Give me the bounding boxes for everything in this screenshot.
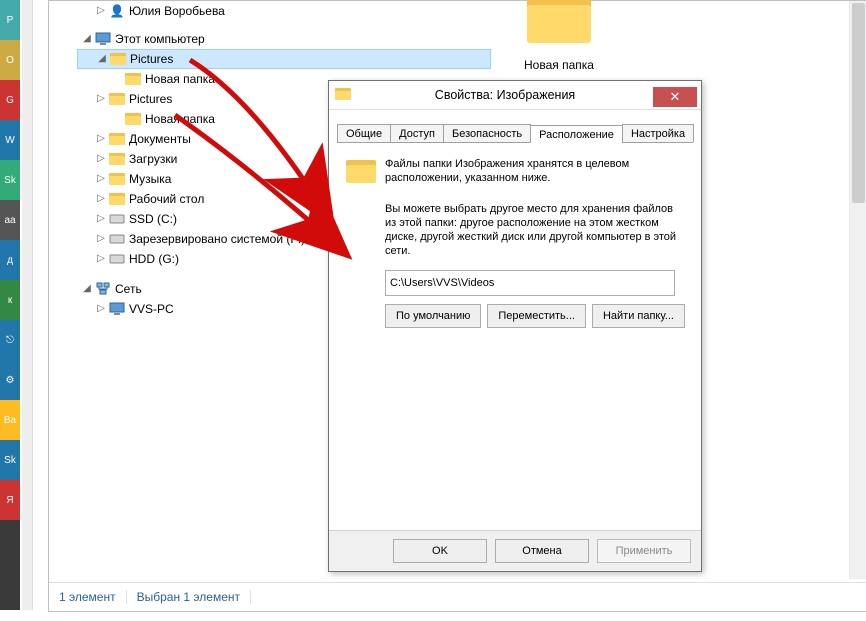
folder-icon	[109, 191, 125, 207]
location-path-input[interactable]	[385, 270, 675, 296]
tree-label: Загрузки	[129, 149, 177, 169]
user-icon: 👤	[109, 3, 125, 19]
tree-label: Pictures	[130, 49, 173, 69]
close-icon: ✕	[670, 89, 681, 105]
move-button[interactable]: Переместить...	[487, 304, 586, 328]
content-item-label: Новая папка	[509, 58, 609, 72]
folder-big-icon	[345, 157, 377, 188]
tree-label: SSD (C:)	[129, 209, 177, 229]
folder-icon	[109, 91, 125, 107]
tab-strip: Общие Доступ Безопасность Расположение Н…	[337, 120, 693, 143]
tree-label: Этот компьютер	[115, 29, 205, 49]
tree-label: Новая папка	[145, 69, 215, 89]
tab-general[interactable]: Общие	[337, 124, 391, 142]
dialog-body: Файлы папки Изображения хранятся в целев…	[329, 143, 701, 328]
tree-label: Музыка	[129, 169, 171, 189]
left-dock: P O G W Sk аа д к ⎋ ⚙ Ba Sk Я	[0, 0, 20, 610]
folder-icon	[125, 111, 141, 127]
folder-icon	[109, 171, 125, 187]
folder-icon	[109, 131, 125, 147]
location-description-1: Файлы папки Изображения хранятся в целев…	[385, 157, 685, 185]
tree-item-user[interactable]: ▷👤 Юлия Воробьева	[77, 1, 491, 21]
tree-item-this-pc[interactable]: ◢ Этот компьютер	[77, 29, 491, 49]
content-item-new-folder[interactable]: Новая папка	[509, 0, 609, 72]
cancel-button[interactable]: Отмена	[495, 539, 589, 563]
apply-button[interactable]: Применить	[597, 539, 691, 563]
dialog-title: Свойства: Изображения	[357, 88, 653, 102]
tree-label: Документы	[129, 129, 191, 149]
location-description-2: Вы можете выбрать другое место для хране…	[385, 202, 685, 258]
tree-label: Рабочий стол	[129, 189, 204, 209]
properties-dialog: Свойства: Изображения ✕ Общие Доступ Без…	[328, 80, 702, 572]
ok-button[interactable]: OK	[393, 539, 487, 563]
tree-label: Pictures	[129, 89, 172, 109]
dialog-titlebar[interactable]: Свойства: Изображения ✕	[329, 81, 701, 110]
network-icon	[95, 281, 111, 297]
content-pane: Новая папка	[509, 1, 609, 72]
folder-icon	[110, 51, 126, 67]
folder-icon	[125, 71, 141, 87]
tree-label: Новая папка	[145, 109, 215, 129]
computer-icon	[95, 31, 111, 47]
inner-rail	[22, 0, 33, 610]
vertical-scrollbar[interactable]	[849, 1, 866, 579]
find-folder-button[interactable]: Найти папку...	[592, 304, 685, 328]
tab-security[interactable]: Безопасность	[443, 124, 531, 142]
tree-label: Юлия Воробьева	[129, 1, 225, 21]
dialog-icon	[335, 87, 351, 104]
tab-location[interactable]: Расположение	[530, 125, 623, 143]
computer-icon	[109, 301, 125, 317]
tree-label: Зарезервировано системой (F:)	[129, 229, 305, 249]
tree-label: HDD (G:)	[129, 249, 179, 269]
close-button[interactable]: ✕	[653, 87, 697, 107]
dialog-footer: OK Отмена Применить	[329, 530, 701, 571]
status-item-count: 1 элемент	[49, 590, 127, 604]
tree-label: VVS-PC	[129, 299, 174, 319]
tree-item-pictures-1[interactable]: ◢ Pictures	[77, 49, 491, 69]
folder-icon	[109, 151, 125, 167]
tree-label: Сеть	[115, 279, 142, 299]
drive-icon	[109, 231, 125, 247]
drive-icon	[109, 251, 125, 267]
default-button[interactable]: По умолчанию	[385, 304, 481, 328]
drive-icon	[109, 211, 125, 227]
tab-customize[interactable]: Настройка	[622, 124, 694, 142]
tab-access[interactable]: Доступ	[390, 124, 444, 142]
status-selection: Выбран 1 элемент	[127, 590, 251, 604]
status-bar: 1 элемент Выбран 1 элемент	[49, 582, 866, 611]
